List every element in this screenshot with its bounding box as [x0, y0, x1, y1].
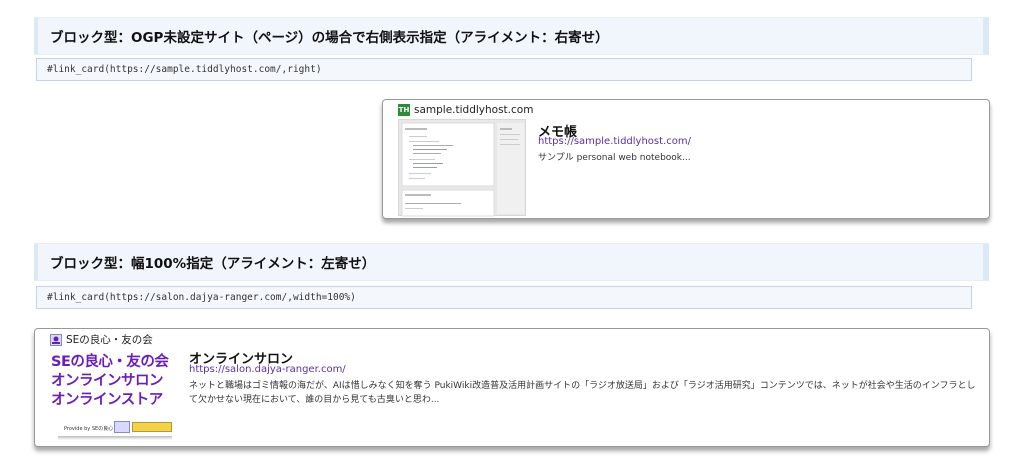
card-site-row: SEの良心・友の会	[50, 332, 153, 347]
tiddlyhost-favicon-icon: TH	[398, 104, 410, 116]
card-thumbnail	[398, 119, 526, 217]
thumb-caption: Provide by SEの良心	[64, 426, 114, 432]
card-thumbnail: SEの良心・友の会 オンラインサロン オンラインストア Provide by S…	[50, 348, 180, 443]
section-heading: ブロック型：幅100%指定（アライメント：左寄せ）	[34, 243, 989, 281]
card-url-link[interactable]: https://sample.tiddlyhost.com/	[538, 136, 691, 147]
code-block: #link_card(https://salon.dajya-ranger.co…	[36, 286, 972, 309]
card-description: ネットと職場はゴミ情報の海だが、AIは惜しみなく知を奪う PukiWiki改造普…	[189, 381, 976, 405]
thumb-shadow	[58, 436, 172, 440]
link-card[interactable]: SEの良心・友の会 SEの良心・友の会 オンラインサロン オンラインストア Pr…	[34, 328, 990, 447]
thumb-line: SEの良心・友の会	[51, 354, 169, 370]
code-block: #link_card(https://sample.tiddlyhost.com…	[36, 58, 972, 81]
thumb-banner-icon	[132, 422, 172, 432]
thumb-line: オンラインストア	[51, 392, 163, 408]
notebook-preview-image	[401, 122, 524, 217]
card-site-row: TH sample.tiddlyhost.com	[398, 104, 533, 116]
card-description: サンプル personal web notebook...	[538, 153, 691, 163]
thumb-line: オンラインサロン	[51, 373, 164, 389]
thumb-logo-icon	[114, 421, 130, 433]
card-site-name: sample.tiddlyhost.com	[414, 104, 534, 116]
salon-favicon-icon	[50, 333, 62, 346]
section-heading: ブロック型：OGP未設定サイト（ページ）の場合で右側表示指定（アライメント：右寄…	[34, 17, 989, 55]
link-card[interactable]: TH sample.tiddlyhost.com メモ帳 https://sam…	[382, 99, 990, 219]
card-site-name: SEの良心・友の会	[66, 334, 153, 346]
card-url-link[interactable]: https://salon.dajya-ranger.com/	[189, 364, 346, 375]
